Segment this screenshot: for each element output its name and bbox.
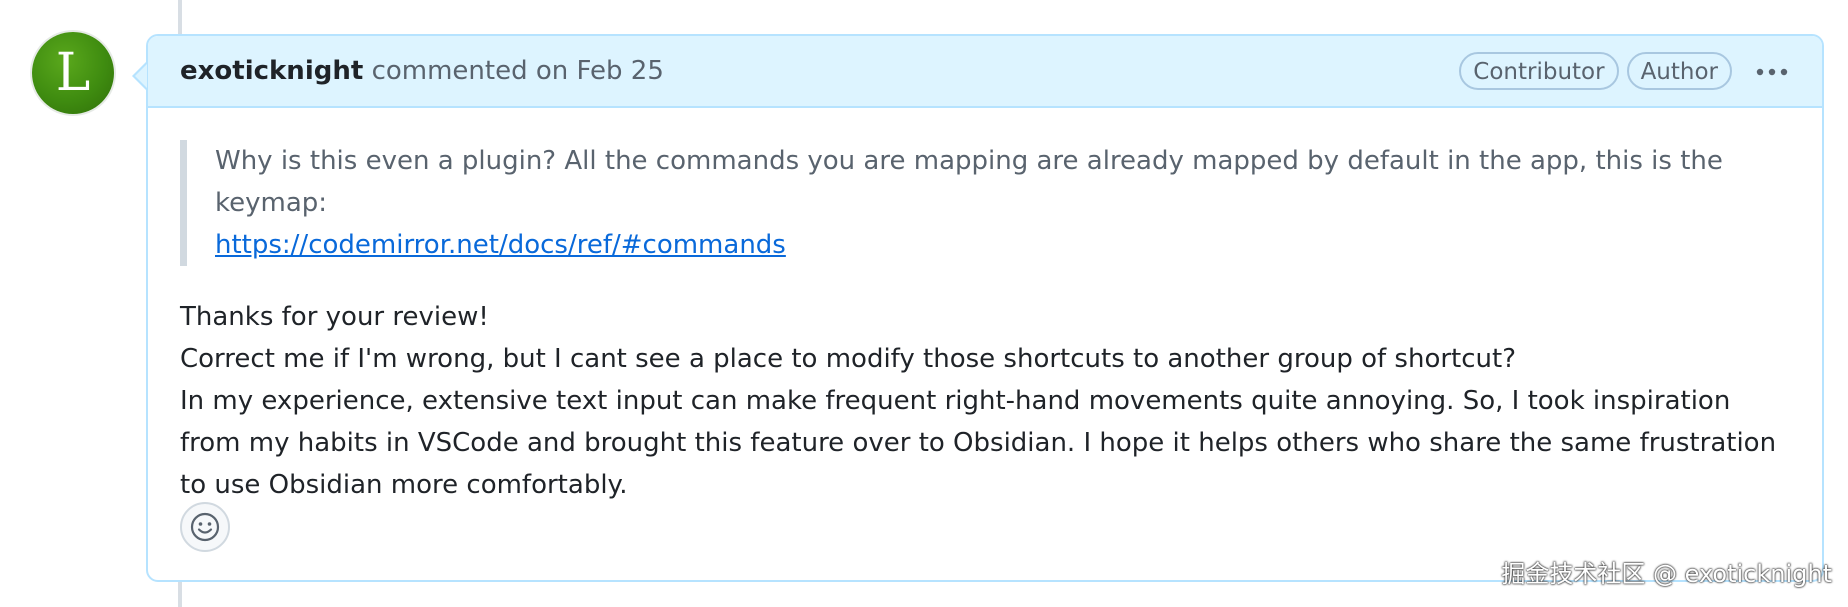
author-badge: Author bbox=[1626, 52, 1732, 90]
add-reaction-button[interactable] bbox=[180, 502, 230, 552]
blockquote: Why is this even a plugin? All the comma… bbox=[180, 140, 1790, 266]
avatar[interactable]: L bbox=[32, 32, 114, 114]
author-name[interactable]: exoticknight bbox=[180, 56, 363, 86]
comment-header-text: exoticknight commented on Feb 25 bbox=[180, 54, 664, 88]
smiley-icon bbox=[190, 512, 220, 542]
comment-pointer-fill bbox=[135, 64, 147, 88]
comment-box: exoticknight commented on Feb 25 Contrib… bbox=[146, 34, 1824, 582]
more-options-button[interactable] bbox=[1752, 56, 1792, 88]
comment-body: Why is this even a plugin? All the comma… bbox=[180, 140, 1790, 506]
comment-paragraph-question: Correct me if I'm wrong, but I cant see … bbox=[180, 344, 1517, 374]
quote-link[interactable]: https://codemirror.net/docs/ref/#command… bbox=[215, 230, 786, 260]
comment-header: exoticknight commented on Feb 25 Contrib… bbox=[148, 36, 1822, 108]
kebab-horizontal-icon bbox=[1756, 68, 1788, 76]
quote-text: Why is this even a plugin? All the comma… bbox=[215, 146, 1723, 218]
watermark: 掘金技术社区 @ exoticknight bbox=[1501, 560, 1832, 588]
comment-paragraph-thanks: Thanks for your review! bbox=[180, 302, 489, 332]
avatar-letter: L bbox=[55, 43, 91, 103]
comment-paragraph-explanation: In my experience, extensive text input c… bbox=[180, 386, 1777, 500]
contributor-badge: Contributor bbox=[1459, 52, 1619, 90]
comment-timestamp[interactable]: commented on Feb 25 bbox=[372, 56, 664, 86]
badges: Contributor Author bbox=[1459, 52, 1732, 90]
